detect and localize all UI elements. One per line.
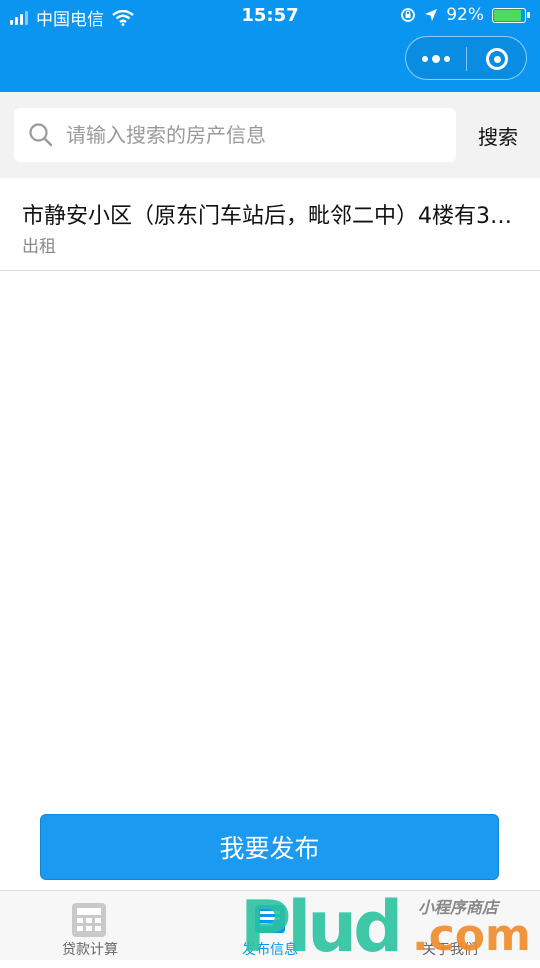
tab-label: 关于我们	[422, 942, 478, 958]
battery-percent: 92%	[446, 5, 484, 25]
battery-icon	[492, 7, 530, 23]
tab-bar: 贷款计算 发布信息 关于我们	[0, 890, 540, 960]
publish-icon	[255, 905, 285, 933]
rotation-lock-icon	[401, 8, 416, 22]
publish-button[interactable]: 我要发布	[40, 814, 499, 880]
tab-label: 发布信息	[242, 942, 298, 958]
location-icon	[425, 9, 438, 21]
target-circle-icon[interactable]	[467, 37, 527, 81]
status-bar: 中国电信 15:57 92%	[0, 0, 540, 32]
search-box[interactable]	[14, 108, 456, 162]
top-header: 中国电信 15:57 92%	[0, 0, 540, 92]
search-icon	[28, 122, 54, 148]
search-bar: 搜索	[0, 92, 540, 178]
listing-title: 市静安小区（原东门车站后，毗邻二中）4楼有3房出租	[22, 204, 522, 229]
search-button[interactable]: 搜索	[466, 108, 530, 162]
tab-label: 贷款计算	[62, 942, 118, 958]
more-dots-icon[interactable]	[406, 37, 466, 81]
tab-publish-info[interactable]: 发布信息	[180, 891, 360, 961]
calculator-icon	[72, 903, 106, 937]
listing-list: 市静安小区（原东门车站后，毗邻二中）4楼有3房出租 出租	[0, 178, 540, 271]
mini-program-capsule	[405, 36, 527, 80]
listing-type: 出租	[22, 237, 56, 257]
tab-loan-calculator[interactable]: 贷款计算	[0, 891, 180, 961]
search-input[interactable]	[64, 122, 448, 148]
list-item[interactable]: 市静安小区（原东门车站后，毗邻二中）4楼有3房出租 出租	[0, 178, 540, 271]
tab-about-us[interactable]: 关于我们	[360, 891, 540, 961]
